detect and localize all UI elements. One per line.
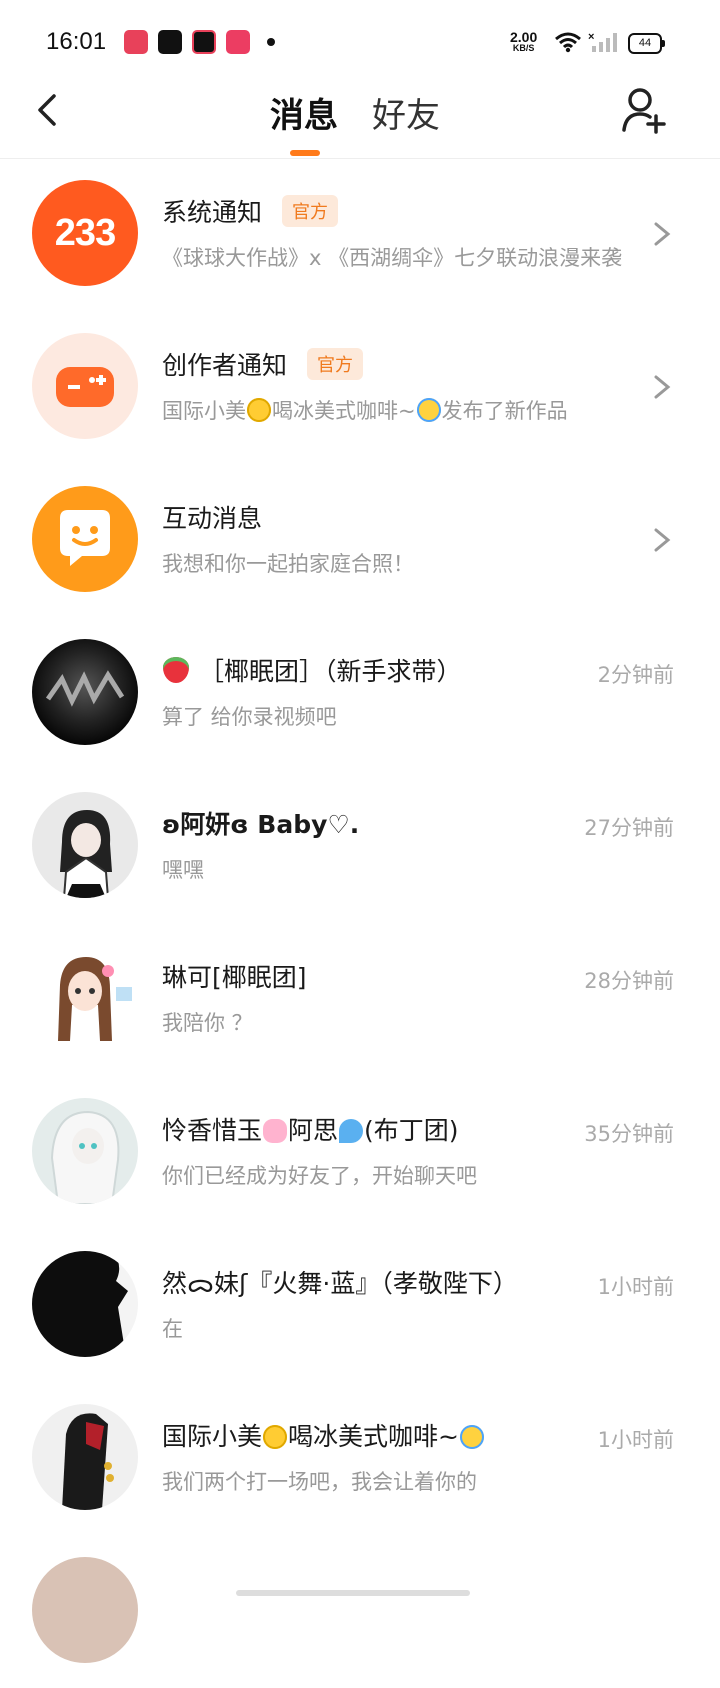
add-friend-icon[interactable]	[620, 86, 668, 136]
chevron-right-icon	[654, 375, 671, 399]
sweat-droplets-emoji-icon	[339, 1119, 364, 1143]
message-time: 27分钟前	[584, 816, 674, 840]
contact-name: 怜香惜玉 阿思 (布丁团)	[162, 1116, 459, 1145]
nerd-face-emoji-icon	[247, 398, 271, 422]
wifi-icon	[555, 32, 581, 53]
official-badge: 官方	[282, 195, 339, 227]
avatar-anime-girl-image	[60, 810, 112, 898]
avatar-cartoon-girl-image	[58, 957, 132, 1041]
message-preview: 国际小美 喝冰美式咖啡~ 发布了新作品	[162, 398, 568, 423]
contact-name: ［椰眠团］（新手求带）	[199, 657, 462, 686]
chevron-right-icon	[654, 528, 671, 552]
list-item-system-notice[interactable]: 233 系统通知 官方 《球球大作战》x 《西湖绸伞》七夕联动浪漫来袭	[0, 158, 720, 311]
list-item-interaction[interactable]: 互动消息 我想和你一起拍家庭合照！	[0, 464, 720, 617]
contact-name: 然ᯅ妹ʃ『火舞·蓝』（孝敬陛下）	[162, 1269, 518, 1298]
message-time: 1小时前	[597, 1428, 674, 1452]
official-badge: 官方	[307, 348, 364, 380]
record-app-icon	[124, 30, 148, 54]
cherry-blossom-emoji-icon	[263, 1119, 288, 1143]
status-bar: 16:01 2.00 KB/S × 44	[0, 0, 720, 80]
list-item[interactable]: 国际小美 喝冰美式咖啡~ 我们两个打一场吧，我会让着你的 1小时前	[0, 1382, 720, 1535]
avatar	[32, 1404, 138, 1510]
list-item[interactable]: ［椰眠团］（新手求带） 算了 给你录视频吧 2分钟前	[0, 617, 720, 770]
list-item[interactable]: 然ᯅ妹ʃ『火舞·蓝』（孝敬陛下） 在 1小时前	[0, 1229, 720, 1382]
avatar-silhouette-image	[32, 1251, 128, 1357]
status-time: 16:01	[46, 28, 107, 55]
laughing-emoji-icon	[459, 1425, 484, 1449]
nerd-face-emoji-icon	[263, 1425, 288, 1449]
message-preview: 在	[162, 1317, 183, 1341]
laughing-emoji-icon	[416, 398, 441, 422]
gamepad-icon	[56, 367, 114, 407]
back-arrow-icon[interactable]	[30, 88, 70, 132]
list-item[interactable]: ʚ阿妍ɞ Baby♡. 嘿嘿 27分钟前	[0, 770, 720, 923]
message-preview: 算了 给你录视频吧	[162, 705, 337, 729]
player-app-icon	[226, 30, 250, 54]
tab-friends[interactable]: 好友	[372, 88, 440, 137]
strawberry-emoji-icon	[163, 657, 189, 683]
list-item-partial[interactable]	[0, 1535, 720, 1688]
contact-name: 琳可[椰眠团]	[162, 963, 307, 992]
avatar-creator	[32, 333, 138, 439]
avatar	[32, 1251, 138, 1357]
contact-name: ʚ阿妍ɞ Baby♡.	[162, 810, 360, 839]
avatar-logo-text: 233	[54, 212, 116, 254]
message-preview: 《球球大作战》x 《西湖绸伞》七夕联动浪漫来袭	[162, 246, 623, 270]
gesture-nav-bar[interactable]	[236, 1590, 470, 1596]
tiktok-app-icon	[158, 30, 182, 54]
avatar-white-hair-image	[50, 1110, 120, 1204]
avatar-interaction	[32, 486, 138, 592]
avatar-graffiti-image	[45, 670, 125, 707]
battery-icon: 44	[628, 33, 665, 54]
avatar	[32, 792, 138, 898]
contact-name: 国际小美 喝冰美式咖啡~	[162, 1417, 485, 1453]
avatar	[32, 945, 138, 1051]
contact-name: 互动消息	[162, 504, 263, 533]
avatar	[32, 639, 138, 745]
active-tab-indicator	[290, 150, 320, 156]
signal-icon: ×	[588, 31, 617, 52]
svg-text:×: ×	[588, 31, 594, 43]
contact-name: 创作者通知	[162, 351, 288, 380]
chat-bubble-icon	[60, 510, 110, 566]
chevron-right-icon	[654, 222, 671, 246]
message-time: 2分钟前	[597, 663, 674, 687]
network-speed: 2.00 KB/S	[510, 29, 538, 53]
list-item[interactable]: 琳可[椰眠团] 我陪你 ？ 28分钟前	[0, 923, 720, 1076]
video-app-icon	[192, 30, 216, 54]
tab-messages[interactable]: 消息	[270, 88, 338, 137]
message-preview: 我陪你 ？	[162, 1011, 253, 1035]
avatar-system: 233	[32, 180, 138, 286]
message-preview: 我想和你一起拍家庭合照！	[162, 552, 414, 576]
message-time: 28分钟前	[584, 969, 674, 993]
avatar	[32, 1557, 138, 1663]
message-preview: 我们两个打一场吧，我会让着你的	[162, 1470, 477, 1494]
more-notifications-dot	[267, 38, 275, 46]
message-preview: 嘿嘿	[162, 858, 204, 882]
top-nav: 消息 好友	[0, 80, 720, 159]
message-preview: 你们已经成为好友了，开始聊天吧	[162, 1164, 477, 1188]
contact-name: 系统通知	[162, 198, 263, 227]
message-time: 1小时前	[597, 1275, 674, 1299]
list-item-creator-notice[interactable]: 创作者通知 官方 国际小美 喝冰美式咖啡~ 发布了新作品	[0, 311, 720, 464]
message-time: 35分钟前	[584, 1122, 674, 1146]
avatar	[32, 1098, 138, 1204]
list-item[interactable]: 怜香惜玉 阿思 (布丁团) 你们已经成为好友了，开始聊天吧 35分钟前	[0, 1076, 720, 1229]
avatar-dark-figure-image	[62, 1413, 114, 1510]
